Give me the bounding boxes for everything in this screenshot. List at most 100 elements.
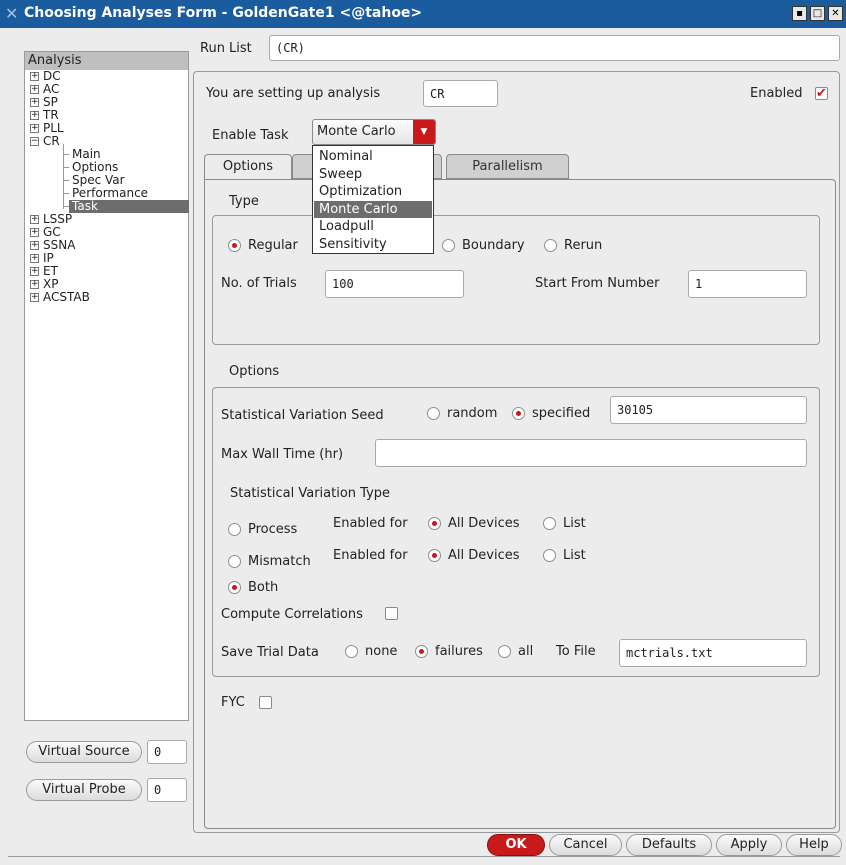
seed-input[interactable]: 30105 <box>610 396 807 424</box>
process-all-devices-radio[interactable] <box>428 517 441 530</box>
wall-time-input[interactable] <box>375 439 807 467</box>
virtual-source-count[interactable]: 0 <box>147 740 187 764</box>
process-enabled-for-label: Enabled for <box>333 516 408 531</box>
expand-icon[interactable]: + <box>30 241 39 250</box>
task-option-monte-carlo[interactable]: Monte Carlo <box>314 200 432 218</box>
enabled-label: Enabled <box>750 86 803 101</box>
task-option-loadpull[interactable]: Loadpull <box>314 218 432 235</box>
bottom-divider <box>8 856 840 857</box>
collapse-icon[interactable]: − <box>30 137 39 146</box>
expand-icon[interactable]: + <box>30 124 39 133</box>
tree-item-label: ACSTAB <box>43 290 90 304</box>
options-panel <box>212 387 820 677</box>
compute-correlations-checkbox[interactable] <box>385 607 398 620</box>
enabled-checkbox[interactable]: ✔ <box>815 87 828 100</box>
chevron-down-icon[interactable]: ▼ <box>413 120 435 144</box>
both-radio[interactable] <box>228 581 241 594</box>
mismatch-list-radio[interactable] <box>543 549 556 562</box>
tree-item-acstab[interactable]: + ACSTAB <box>25 291 188 304</box>
cancel-button[interactable]: Cancel <box>549 834 622 856</box>
ok-button[interactable]: OK <box>487 834 545 856</box>
task-select-value: Monte Carlo <box>317 124 396 139</box>
choosing-analyses-window: ✕ Choosing Analyses Form - GoldenGate1 <… <box>0 0 846 865</box>
seed-label: Statistical Variation Seed <box>221 408 384 423</box>
x-logo-icon: ✕ <box>5 4 19 23</box>
virtual-probe-button[interactable]: Virtual Probe <box>26 779 142 801</box>
wall-time-label: Max Wall Time (hr) <box>221 447 344 462</box>
task-option-sweep[interactable]: Sweep <box>314 166 432 183</box>
mismatch-all-devices-radio[interactable] <box>428 549 441 562</box>
tree-item-cr[interactable]: − CR <box>25 135 188 148</box>
expand-icon[interactable]: + <box>30 72 39 81</box>
mismatch-label: Mismatch <box>248 554 311 569</box>
tab-options[interactable]: Options <box>204 154 292 180</box>
fyc-checkbox[interactable] <box>259 696 272 709</box>
boundary-label: Boundary <box>462 238 525 253</box>
to-file-label: To File <box>556 644 596 659</box>
virtual-probe-count[interactable]: 0 <box>147 778 187 802</box>
minimize-icon[interactable]: ▪ <box>792 6 807 21</box>
close-icon[interactable]: ✕ <box>828 6 843 21</box>
rerun-radio[interactable] <box>544 239 557 252</box>
setup-label: You are setting up analysis <box>206 86 381 101</box>
task-option-sensitivity[interactable]: Sensitivity <box>314 236 432 253</box>
virtual-source-button[interactable]: Virtual Source <box>26 741 142 763</box>
window-title: Choosing Analyses Form - GoldenGate1 <@t… <box>24 5 423 21</box>
mismatch-all-devices-label: All Devices <box>448 548 520 563</box>
maximize-icon[interactable]: □ <box>810 6 825 21</box>
tab-parallelism[interactable]: Parallelism <box>446 154 569 179</box>
apply-button[interactable]: Apply <box>716 834 782 856</box>
seed-random-radio[interactable] <box>427 407 440 420</box>
save-none-radio[interactable] <box>345 645 358 658</box>
svt-label: Statistical Variation Type <box>230 486 391 501</box>
save-all-radio[interactable] <box>498 645 511 658</box>
help-button[interactable]: Help <box>786 834 842 856</box>
expand-icon[interactable]: + <box>30 228 39 237</box>
save-all-label: all <box>518 644 534 659</box>
task-option-optimization[interactable]: Optimization <box>314 183 432 200</box>
tree-header: Analysis <box>25 52 188 70</box>
seed-specified-label: specified <box>532 406 591 421</box>
expand-icon[interactable]: + <box>30 215 39 224</box>
fyc-label: FYC <box>221 695 245 710</box>
task-option-nominal[interactable]: Nominal <box>314 148 432 165</box>
trial-file-input[interactable]: mctrials.txt <box>619 639 807 667</box>
expand-icon[interactable]: + <box>30 267 39 276</box>
boundary-radio[interactable] <box>442 239 455 252</box>
tree-item-label: CR <box>43 134 60 148</box>
process-list-label: List <box>563 516 586 531</box>
process-list-radio[interactable] <box>543 517 556 530</box>
trials-input[interactable]: 100 <box>325 270 464 298</box>
expand-icon[interactable]: + <box>30 85 39 94</box>
tree-item-performance[interactable]: Performance <box>25 187 188 200</box>
task-select[interactable]: Monte Carlo ▼ <box>312 119 436 145</box>
tree-item-label: Task <box>69 200 189 213</box>
process-label: Process <box>248 522 298 537</box>
enable-task-label: Enable Task <box>212 128 289 143</box>
save-failures-radio[interactable] <box>415 645 428 658</box>
save-failures-label: failures <box>435 644 483 659</box>
expand-icon[interactable]: + <box>30 98 39 107</box>
expand-icon[interactable]: + <box>30 111 39 120</box>
defaults-button[interactable]: Defaults <box>626 834 712 856</box>
task-dropdown-list[interactable]: Nominal Sweep Optimization Monte Carlo Loadp… <box>312 145 434 254</box>
expand-icon[interactable]: + <box>30 254 39 263</box>
seed-specified-radio[interactable] <box>512 407 525 420</box>
analysis-name-field: CR <box>423 80 498 107</box>
run-list-field[interactable]: (CR) <box>269 35 840 61</box>
expand-icon[interactable]: + <box>30 280 39 289</box>
type-section-title: Type <box>229 194 259 209</box>
start-from-input[interactable]: 1 <box>688 270 807 298</box>
title-bar[interactable]: ✕ Choosing Analyses Form - GoldenGate1 <… <box>0 0 846 28</box>
mismatch-radio[interactable] <box>228 555 241 568</box>
both-label: Both <box>248 580 279 595</box>
seed-random-label: random <box>447 406 498 421</box>
mismatch-enabled-for-label: Enabled for <box>333 548 408 563</box>
analysis-tree[interactable]: Analysis + DC + AC + SP + TR + PLL − CR Main Options S… <box>24 51 189 721</box>
compute-correlations-label: Compute Correlations <box>221 607 363 622</box>
mismatch-list-label: List <box>563 548 586 563</box>
process-radio[interactable] <box>228 523 241 536</box>
tree-vertical-connector <box>63 144 64 209</box>
expand-icon[interactable]: + <box>30 293 39 302</box>
regular-radio[interactable] <box>228 239 241 252</box>
